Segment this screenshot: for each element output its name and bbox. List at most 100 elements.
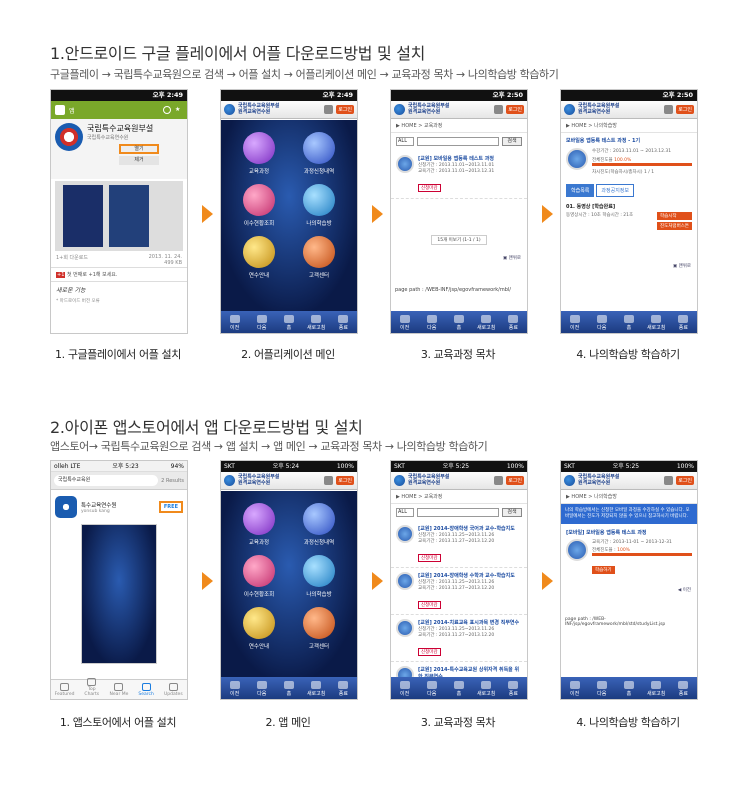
tab-updates[interactable]: Updates <box>162 683 184 697</box>
apply-closed-button[interactable]: 신청마감 <box>418 554 441 562</box>
tab-near-me[interactable]: Near Me <box>108 683 130 697</box>
home-icon <box>453 315 464 323</box>
search-button[interactable]: 검색 <box>502 508 522 517</box>
menu-applications-button[interactable] <box>303 132 335 164</box>
status-bar: olleh LTE 오후 5:23 94% <box>51 461 187 472</box>
category-select[interactable]: ALL <box>396 508 414 517</box>
open-button[interactable]: 열기 <box>119 144 159 154</box>
remove-button[interactable]: 제거 <box>119 156 159 165</box>
app-preview[interactable] <box>81 524 157 664</box>
close-icon <box>338 315 349 323</box>
login-button[interactable]: 로그인 <box>676 476 694 485</box>
free-button[interactable]: FREE <box>158 501 183 513</box>
whats-new-label: 새로운 기능 <box>51 281 187 297</box>
menu-courses-button[interactable] <box>243 132 275 164</box>
share-icon[interactable]: ★ <box>175 106 183 114</box>
tab-course-notice[interactable]: 과정공지정보 <box>596 184 635 197</box>
login-button[interactable]: 로그인 <box>336 105 354 114</box>
nav-forward-button[interactable]: 다음 <box>252 315 272 331</box>
nav-exit-button[interactable]: 종료 <box>333 315 353 331</box>
login-button[interactable]: 로그인 <box>336 476 354 485</box>
main-menu: 교육과정 과정신청내역 이수현황조회 나의학습방 연수안내 고객센터 <box>221 120 357 311</box>
forward-icon <box>596 681 607 689</box>
pager[interactable]: 15개 이보기 (1-1 / 1) <box>431 235 487 245</box>
status-bar: SKT 오후 5:25 100% <box>561 461 697 472</box>
home-icon[interactable] <box>664 105 674 114</box>
back-icon <box>399 681 410 689</box>
back-icon <box>229 315 240 323</box>
arrow-right-icon <box>542 205 553 223</box>
playstore-bag-icon <box>55 105 65 115</box>
close-icon <box>678 681 689 689</box>
course-item[interactable]: [교원] 2014-장애학생 수학과 교수-학습지도 신청기간 : 2013.11… <box>391 568 527 615</box>
logo-icon <box>564 104 575 115</box>
search-input[interactable] <box>417 508 499 517</box>
bottom-nav: 이전 다음 홈 새로고침 종료 <box>391 311 527 333</box>
menu-mystudy-button[interactable] <box>303 184 335 216</box>
apply-closed-button[interactable]: 신청마감 <box>418 184 441 192</box>
my-course-title[interactable]: 모바일용 앱등록 테스트 과정 - 1기 <box>561 133 697 148</box>
ios-main-screen: SKT 오후 5:24 100% 국립특수교육원부설 원격교육연수원 로그인 교육과정… <box>220 460 358 700</box>
search-input[interactable] <box>417 137 499 146</box>
menu-support-button[interactable] <box>303 236 335 268</box>
screenshot-preview[interactable] <box>55 181 183 251</box>
tab-featured[interactable]: Featured <box>54 683 76 697</box>
app-name: 특수교육연수원 <box>81 502 117 509</box>
android-main-screen: 오후 2:49 국립특수교육원부설 원격교육연수원 로그인 교육과정 과정신청내역… <box>220 89 358 334</box>
menu-guide-button[interactable] <box>243 236 275 268</box>
status-bar: 오후 2:50 <box>391 90 527 101</box>
search-row: ALL 검색 <box>391 504 527 521</box>
prev-link[interactable]: ◀ 이전 <box>561 575 697 593</box>
login-button[interactable]: 로그인 <box>506 476 524 485</box>
course-thumb <box>396 525 414 543</box>
menu-guide-button[interactable] <box>243 607 275 639</box>
home-icon[interactable] <box>324 476 334 485</box>
tab-search[interactable]: Search <box>135 683 157 697</box>
start-study-button[interactable]: 학습시작 <box>657 212 692 220</box>
nav-back-button[interactable]: 이전 <box>225 315 245 331</box>
plusone-row[interactable]: +1 첫 번째로 +1해 보세요. <box>51 267 187 281</box>
apply-closed-button[interactable]: 신청마감 <box>418 648 441 656</box>
my-course-title[interactable]: [모바일] 모바일용 앱등록 테스트 과정 <box>561 524 697 539</box>
menu-courses-button[interactable] <box>243 503 275 535</box>
apply-closed-button[interactable]: 신청마감 <box>418 601 441 609</box>
home-icon[interactable] <box>494 476 504 485</box>
menu-completion-button[interactable] <box>243 184 275 216</box>
category-select[interactable]: ALL <box>396 137 414 146</box>
study-tabs: 학습목록 과정공지정보 <box>561 181 697 200</box>
course-thumb <box>396 619 414 637</box>
caption: 3. 교육과정 목차 <box>420 716 496 729</box>
playstore-bar-label: 앱 <box>69 107 75 115</box>
study-button[interactable]: 학습하기 <box>592 566 615 574</box>
search-input[interactable]: 국립특수교육원 <box>54 475 159 486</box>
login-button[interactable]: 로그인 <box>506 105 524 114</box>
search-icon[interactable] <box>163 106 171 114</box>
appstore-tabbar: Featured Top Charts Near Me Search Updat… <box>51 678 187 699</box>
nav-refresh-button[interactable]: 새로고침 <box>306 315 326 331</box>
menu-mystudy-button[interactable] <box>303 555 335 587</box>
home-icon[interactable] <box>324 105 334 114</box>
tab-study-list[interactable]: 학습목록 <box>566 184 595 197</box>
lesson-row: 01. 동영상 [학습완료] 동영상시간 : 10초 학습시간 : 21초 학습… <box>561 200 697 233</box>
menu-applications-button[interactable] <box>303 503 335 535</box>
course-item[interactable]: [교원] 모바일용 앱등록 테스트 과정 신청기간 : 2013.11.01~2… <box>391 150 527 199</box>
course-title[interactable]: [교원] 모바일용 앱등록 테스트 과정 <box>418 155 494 162</box>
login-button[interactable]: 로그인 <box>676 105 694 114</box>
course-item[interactable]: [교원] 2014-장애학생 국어과 교수-학습지도 신청기간 : 2013.11… <box>391 521 527 568</box>
tab-top-charts[interactable]: Top Charts <box>81 678 103 697</box>
app-result[interactable]: 특수교육연수원 yonsub kang FREE <box>51 490 187 524</box>
star-icon <box>60 683 70 691</box>
caption: 4. 나의학습방 학습하기 <box>576 348 680 361</box>
home-icon[interactable] <box>664 476 674 485</box>
to-top-link[interactable]: ▣ 맨위로 <box>391 251 527 265</box>
section1-subtitle: 구글플레이 → 국립특수교육원으로 검색 → 어플 설치 → 어플리케이션 메인… <box>50 68 559 81</box>
progress-button[interactable]: 진도처럼버스튼 <box>657 222 692 230</box>
menu-completion-button[interactable] <box>243 555 275 587</box>
course-item[interactable]: [교원] 2014-치료교육 표시과목 변경 직무연수 신청기간 : 2013.1… <box>391 615 527 662</box>
menu-support-button[interactable] <box>303 607 335 639</box>
bottom-nav: 이전 다음 홈 새로고침 종료 <box>561 677 697 699</box>
nav-home-button[interactable]: 홈 <box>279 315 299 331</box>
to-top-link[interactable]: ▣ 맨위로 <box>561 233 697 269</box>
home-icon[interactable] <box>494 105 504 114</box>
search-button[interactable]: 검색 <box>502 137 522 146</box>
